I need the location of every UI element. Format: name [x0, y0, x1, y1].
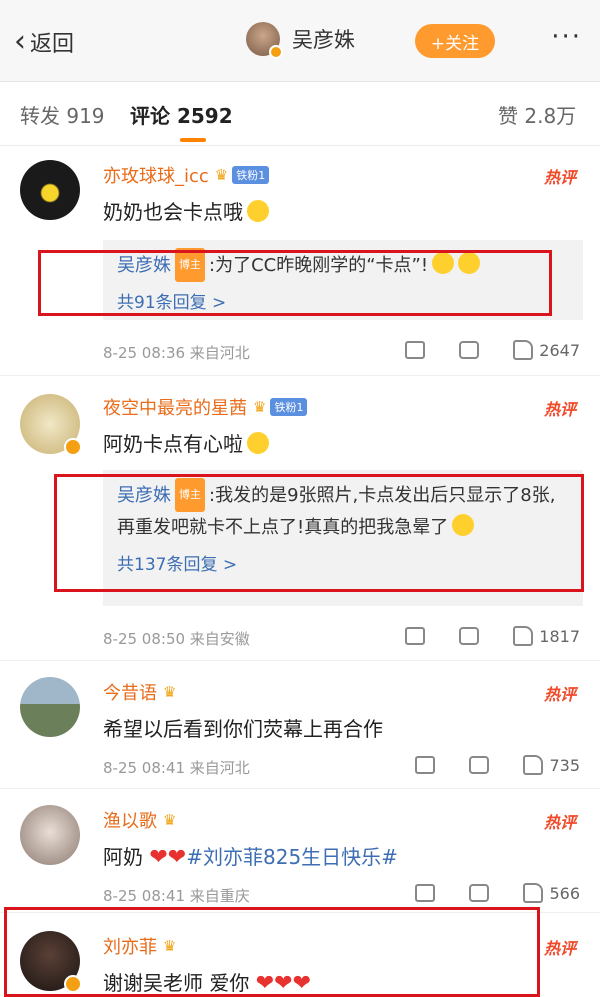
comment-item[interactable]: 渔以歌 ♛ 热评 阿奶 ❤❤#刘亦菲825生日快乐# 8-25 08:41 来自…: [0, 789, 600, 913]
comment-icon[interactable]: [459, 341, 480, 359]
comment-username[interactable]: 夜空中最亮的星茜 ♛ 铁粉1: [103, 394, 308, 420]
hot-comment-badge: 热评: [543, 685, 576, 704]
like-button[interactable]: 566: [523, 883, 580, 903]
comment-icon[interactable]: [469, 884, 490, 902]
avatar[interactable]: [246, 22, 283, 59]
like-button[interactable]: 2647: [513, 340, 580, 360]
comment-username[interactable]: 今昔语 ♛: [103, 679, 176, 705]
highlight-box: [38, 250, 552, 316]
share-icon[interactable]: [415, 756, 436, 774]
comment-username[interactable]: 亦玫球球_icc ♛ 铁粉1: [103, 162, 270, 188]
like-button[interactable]: 735: [523, 755, 580, 775]
comment-item[interactable]: 夜空中最亮的星茜 ♛ 铁粉1 热评 阿奶卡点有心啦 吴彦姝 博主:我发的是9张照片…: [0, 376, 600, 661]
comment-meta: 8-25 08:41 来自重庆: [103, 887, 250, 905]
emoji-icon: [247, 432, 269, 454]
thumbs-up-icon: [523, 755, 544, 775]
avatar[interactable]: [20, 805, 80, 865]
like-button[interactable]: 1817: [513, 626, 580, 646]
crown-icon: ♛: [253, 398, 267, 416]
comment-text: 阿奶 ❤❤#刘亦菲825生日快乐#: [103, 845, 398, 870]
comment-item[interactable]: 今昔语 ♛ 热评 希望以后看到你们荧幕上再合作 8-25 08:41 来自河北 …: [0, 661, 600, 789]
page-title: 吴彦姝: [292, 28, 355, 52]
top-bar: ‹ 返回 吴彦姝 +关注 ···: [0, 0, 600, 82]
share-icon[interactable]: [405, 627, 426, 645]
comment-meta: 8-25 08:36 来自河北: [103, 344, 250, 362]
comment-actions: 566: [381, 883, 580, 903]
crown-icon: ♛: [214, 166, 229, 184]
comment-text: 奶奶也会卡点哦: [103, 196, 269, 225]
emoji-icon: [247, 200, 269, 222]
hashtag-link[interactable]: #刘亦菲825生日快乐#: [186, 845, 398, 869]
comment-item[interactable]: 亦玫球球_icc ♛ 铁粉1 热评 奶奶也会卡点哦 吴彦姝 博主:为了CC昨晚刚学…: [0, 146, 600, 376]
profile-header[interactable]: 吴彦姝: [246, 22, 355, 59]
thumbs-up-icon: [513, 626, 534, 646]
back-label: 返回: [30, 32, 75, 57]
fan-badge: 铁粉1: [232, 166, 270, 184]
avatar[interactable]: [20, 160, 80, 220]
chevron-left-icon: ‹: [14, 24, 26, 59]
highlight-box: [54, 474, 584, 592]
more-icon[interactable]: ···: [551, 22, 582, 52]
tab-bar: 转发 919 评论 2592 赞 2.8万: [0, 82, 600, 146]
hot-comment-badge: 热评: [543, 939, 576, 958]
comment-username[interactable]: 渔以歌 ♛: [103, 807, 176, 833]
follow-button[interactable]: +关注: [415, 24, 495, 58]
comment-actions: 2647: [371, 340, 580, 360]
tab-repost[interactable]: 转发 919: [20, 100, 105, 129]
highlight-box: [4, 907, 540, 997]
heart-icon: ❤: [149, 845, 168, 870]
hot-comment-badge: 热评: [543, 168, 576, 187]
hot-comment-badge: 热评: [543, 813, 576, 832]
verified-icon: [64, 438, 82, 456]
share-icon[interactable]: [415, 884, 436, 902]
hot-comment-badge: 热评: [543, 400, 576, 419]
thumbs-up-icon: [523, 883, 544, 903]
comment-meta: 8-25 08:41 来自河北: [103, 759, 250, 777]
comment-icon[interactable]: [469, 756, 490, 774]
back-button[interactable]: ‹ 返回: [14, 24, 74, 60]
tab-likes[interactable]: 赞 2.8万: [498, 100, 576, 129]
comment-text: 阿奶卡点有心啦: [103, 428, 269, 457]
active-tab-indicator: [180, 138, 206, 142]
avatar[interactable]: [20, 677, 80, 737]
comment-meta: 8-25 08:50 来自安徽: [103, 630, 250, 648]
comment-item[interactable]: 刘亦菲 ♛ 热评 谢谢吴老师 爱你 ❤❤❤: [0, 907, 600, 997]
avatar[interactable]: [20, 394, 82, 456]
comment-icon[interactable]: [459, 627, 480, 645]
crown-icon: ♛: [163, 683, 177, 701]
crown-icon: ♛: [163, 811, 177, 829]
comment-actions: 1817: [371, 626, 580, 646]
fan-badge: 铁粉1: [270, 398, 308, 416]
heart-icon: ❤: [167, 845, 187, 870]
comment-text: 希望以后看到你们荧幕上再合作: [103, 717, 383, 741]
tab-comments[interactable]: 评论 2592: [130, 100, 233, 129]
share-icon[interactable]: [405, 341, 426, 359]
verified-icon: [269, 45, 283, 59]
comment-actions: 735: [381, 755, 580, 775]
thumbs-up-icon: [513, 340, 534, 360]
